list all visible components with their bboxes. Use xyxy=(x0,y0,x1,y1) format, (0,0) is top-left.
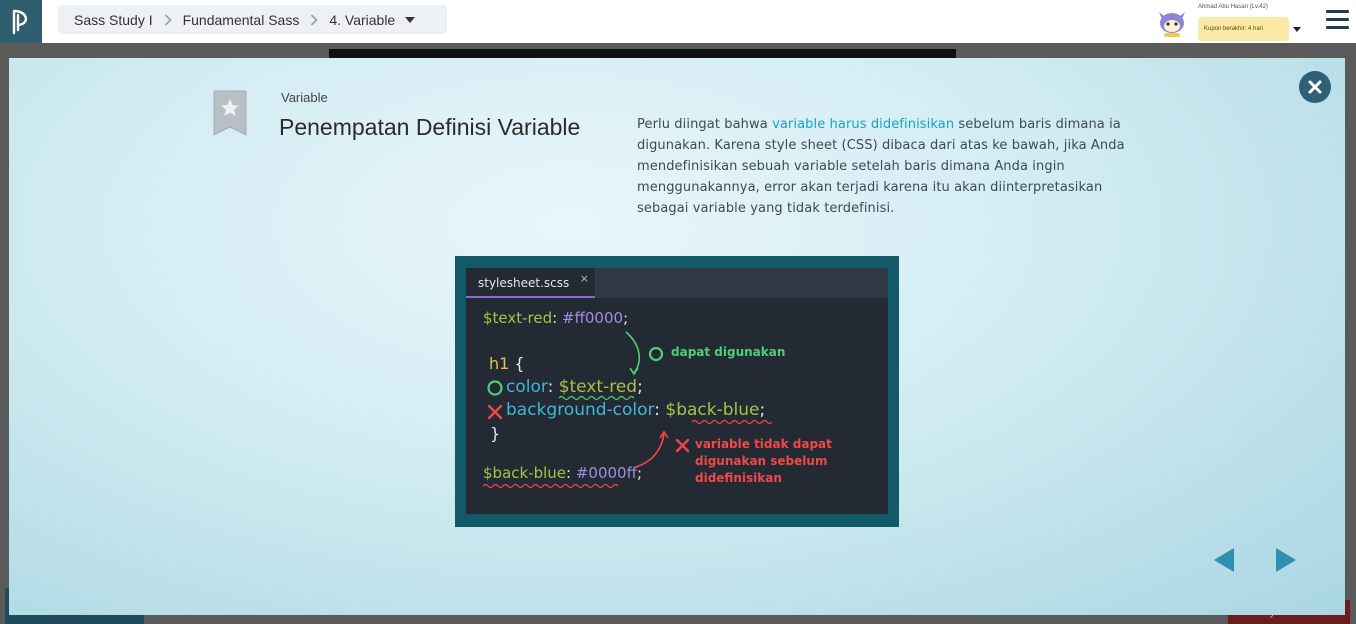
cross-error-icon xyxy=(487,404,503,420)
breadcrumb-item-lesson[interactable]: 4. Variable xyxy=(329,12,395,28)
chevron-right-icon xyxy=(310,13,319,26)
next-arrow-icon[interactable] xyxy=(1273,546,1299,574)
green-arrowhead-icon xyxy=(629,367,639,376)
user-name: Ahmad Abu Hasan (Lv.42) xyxy=(1198,4,1268,10)
slide-description: Perlu diingat bahwa variable harus didef… xyxy=(637,114,1127,219)
red-arrow-icon xyxy=(635,433,665,468)
bookmark-star-icon[interactable] xyxy=(213,90,247,136)
hamburger-menu-icon[interactable] xyxy=(1326,10,1349,31)
note-error-line: digunakan sebelum xyxy=(695,454,828,468)
code-editor: stylesheet.scss × $text-red: #ff0000; h1… xyxy=(466,268,888,514)
circle-ok-icon xyxy=(487,380,503,396)
error-underline xyxy=(691,419,773,425)
avatar-icon[interactable] xyxy=(1156,6,1188,38)
description-text: Perlu diingat bahwa xyxy=(637,117,773,132)
logo-icon[interactable] xyxy=(0,0,42,43)
chevron-right-icon xyxy=(164,13,172,26)
close-icon[interactable] xyxy=(1299,71,1331,103)
note-error-line: didefinisikan xyxy=(695,471,782,485)
caret-down-icon[interactable] xyxy=(405,16,416,23)
description-highlight: variable harus didefinisikan xyxy=(772,117,955,132)
cross-error-icon xyxy=(675,438,690,453)
note-error-line: variable tidak dapat xyxy=(695,437,832,451)
coupon-badge[interactable]: Kupon berakhir: 4 hari xyxy=(1198,17,1289,41)
section-label: Variable xyxy=(281,90,328,105)
breadcrumb-item-chapter[interactable]: Fundamental Sass xyxy=(183,12,300,28)
ok-underline xyxy=(558,395,635,401)
slide-title: Penempatan Definisi Variable xyxy=(279,114,581,140)
green-arrow-icon xyxy=(625,331,641,374)
breadcrumb-item-course[interactable]: Sass Study I xyxy=(74,12,153,28)
caret-down-icon[interactable] xyxy=(1293,17,1301,36)
prev-arrow-icon[interactable] xyxy=(1212,546,1238,574)
error-underline xyxy=(482,483,619,489)
code-illustration: stylesheet.scss × $text-red: #ff0000; h1… xyxy=(455,256,899,527)
note-error: variable tidak dapat digunakan sebelum d… xyxy=(695,436,832,487)
breadcrumb: Sass Study I Fundamental Sass 4. Variabl… xyxy=(58,5,447,34)
circle-ok-icon xyxy=(648,346,664,362)
top-navigation-bar: Sass Study I Fundamental Sass 4. Variabl… xyxy=(0,0,1356,43)
user-menu[interactable]: Ahmad Abu Hasan (Lv.42) Kupon berakhir: … xyxy=(1156,4,1306,44)
slide-modal: Variable Penempatan Definisi Variable Pe… xyxy=(9,58,1345,615)
note-usable: dapat digunakan xyxy=(671,345,786,359)
